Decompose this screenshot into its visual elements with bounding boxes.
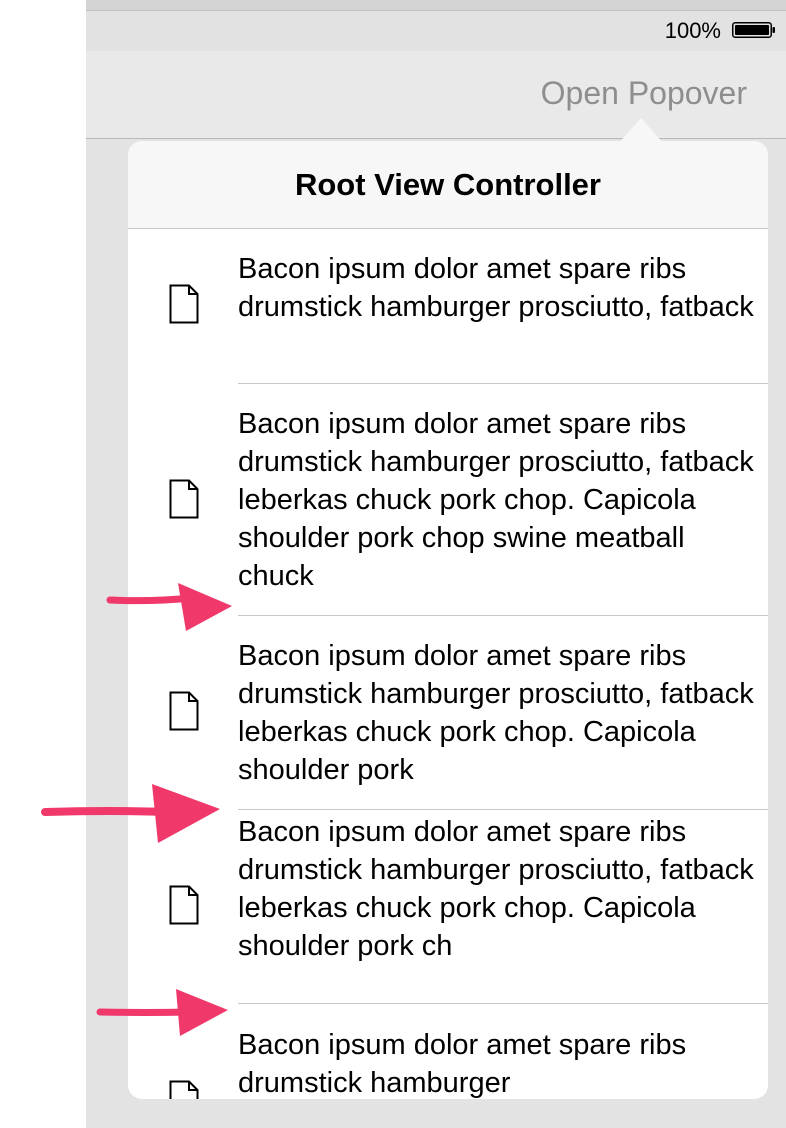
popover-title: Root View Controller bbox=[294, 167, 601, 202]
row-text: Bacon ipsum dolor amet spare ribs drumst… bbox=[238, 1029, 687, 1099]
battery-icon bbox=[732, 22, 775, 38]
table-row[interactable]: Bacon ipsum dolor amet spare ribs drumst… bbox=[128, 384, 768, 616]
table-row[interactable]: Bacon ipsum dolor amet spare ribs drumst… bbox=[128, 1004, 768, 1099]
document-icon bbox=[169, 284, 199, 324]
row-text: Bacon ipsum dolor amet spare ribs drumst… bbox=[238, 816, 754, 962]
status-bar: 100% bbox=[86, 11, 786, 51]
top-edge-strip bbox=[86, 0, 786, 11]
row-text: Bacon ipsum dolor amet spare ribs drumst… bbox=[238, 253, 754, 323]
device-screen: 100% Open Popover Root View Controller B… bbox=[86, 0, 786, 1128]
document-icon bbox=[169, 1080, 199, 1099]
open-popover-button[interactable]: Open Popover bbox=[541, 75, 747, 112]
row-text: Bacon ipsum dolor amet spare ribs drumst… bbox=[238, 640, 754, 786]
document-icon bbox=[169, 479, 199, 519]
document-icon bbox=[169, 885, 199, 925]
battery-percent: 100% bbox=[664, 18, 721, 43]
table-row[interactable]: Bacon ipsum dolor amet spare ribs drumst… bbox=[128, 810, 768, 1004]
popover-header: Root View Controller bbox=[128, 141, 768, 229]
popover: Root View Controller Bacon ipsum dolor a… bbox=[128, 141, 768, 1099]
document-icon bbox=[169, 691, 199, 731]
navigation-bar: Open Popover bbox=[86, 51, 786, 139]
row-text: Bacon ipsum dolor amet spare ribs drumst… bbox=[238, 408, 754, 592]
table-row[interactable]: Bacon ipsum dolor amet spare ribs drumst… bbox=[128, 616, 768, 810]
table-row[interactable]: Bacon ipsum dolor amet spare ribs drumst… bbox=[128, 229, 768, 384]
